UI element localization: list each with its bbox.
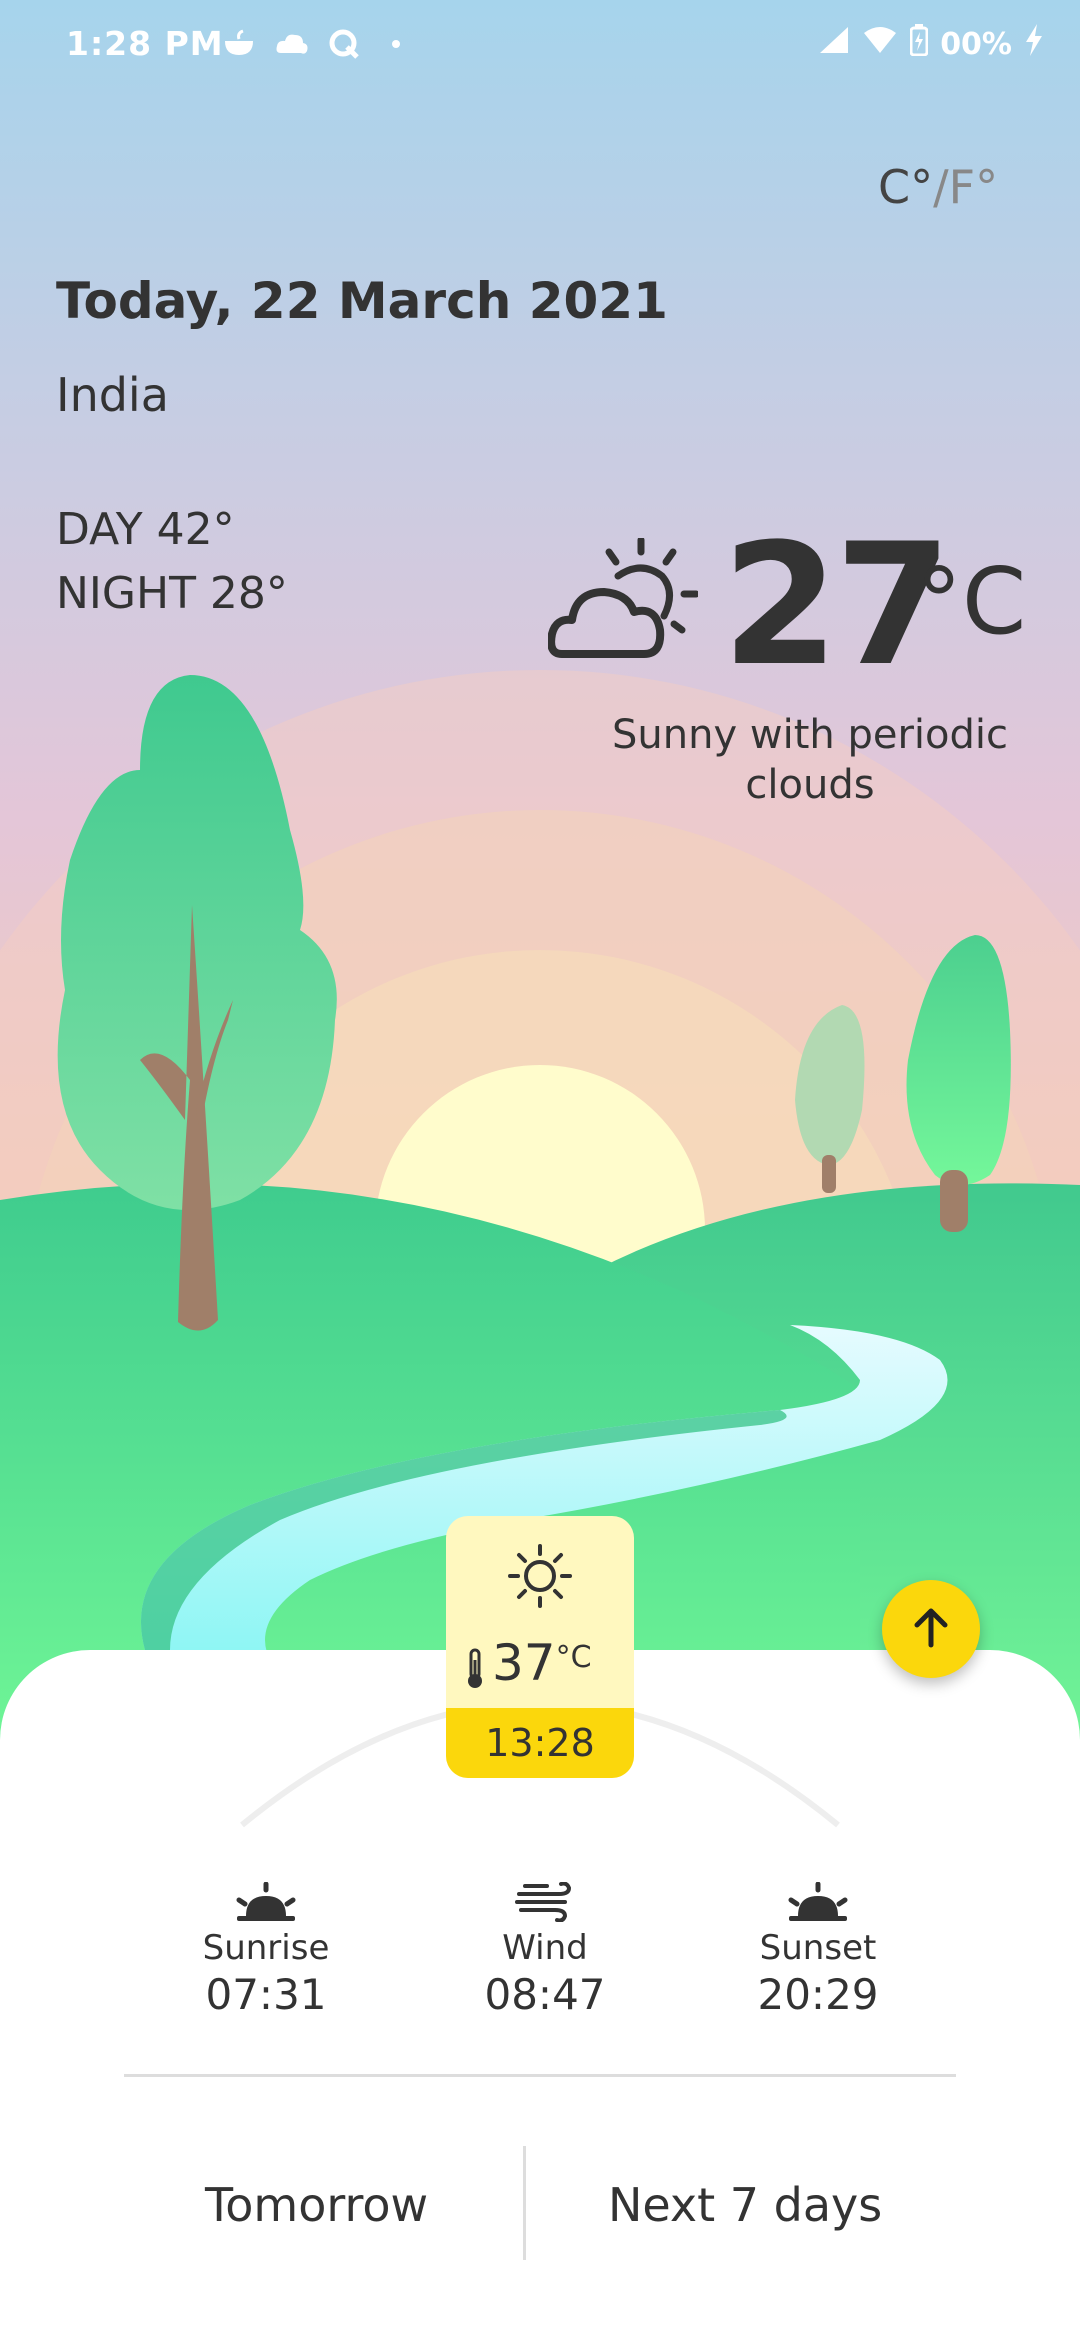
tab-tomorrow[interactable]: Tomorrow: [205, 2178, 428, 2232]
hour-temp-value: 37: [492, 1634, 556, 1692]
day-temp: DAY 42°: [56, 504, 235, 555]
arrow-up-icon: [907, 1603, 955, 1655]
charging-icon: [1024, 24, 1044, 64]
tab-divider: [523, 2146, 526, 2260]
unit-fahrenheit[interactable]: F°: [949, 160, 998, 214]
unit-toggle[interactable]: C°/F°: [878, 160, 998, 214]
q-icon: [326, 26, 362, 62]
sunset-value: 20:29: [757, 1970, 879, 2019]
sunrise-icon: [146, 1880, 386, 1924]
battery-percent: 00%: [940, 26, 1012, 62]
wind-icon: [425, 1880, 665, 1924]
thermometer-icon: [466, 1644, 484, 1702]
night-temp: NIGHT 28°: [56, 568, 288, 619]
dot-icon: [378, 26, 414, 62]
hour-temp-unit: °C: [555, 1640, 592, 1675]
sunrise-value: 07:31: [205, 1970, 327, 2019]
hour-time: 13:28: [446, 1708, 634, 1778]
sun-cloud-icon: [547, 536, 700, 668]
divider: [124, 2074, 956, 2077]
sunset-stat: Sunset 20:29: [698, 1880, 938, 2019]
current-temp-unit: °C: [916, 548, 1027, 655]
current-hour-card[interactable]: 37 °C 13:28: [446, 1516, 634, 1778]
cup-icon: [222, 26, 258, 62]
signal-icon: [818, 25, 850, 63]
weather-condition: Sunny with periodic clouds: [612, 712, 1008, 808]
sunset-icon: [698, 1880, 938, 1924]
cloud-chat-icon: [274, 26, 310, 62]
wind-value: 08:47: [484, 1970, 606, 2019]
battery-icon: [909, 24, 929, 64]
hour-temperature: 37 °C: [466, 1634, 626, 1702]
wind-stat: Wind 08:47: [425, 1880, 665, 2019]
scroll-up-button[interactable]: [882, 1580, 980, 1678]
sunrise-label: Sunrise: [202, 1928, 330, 1968]
status-bar: 1:28 PM 00%: [0, 0, 1080, 96]
current-temperature: 27: [722, 507, 952, 703]
unit-celsius[interactable]: C°: [878, 160, 933, 214]
sunset-label: Sunset: [759, 1928, 877, 1968]
sun-icon: [508, 1544, 572, 1612]
location-label: India: [56, 368, 169, 422]
sunrise-stat: Sunrise 07:31: [146, 1880, 386, 2019]
wifi-icon: [862, 25, 898, 63]
date-heading: Today, 22 March 2021: [56, 272, 668, 330]
tab-next-7-days[interactable]: Next 7 days: [608, 2178, 882, 2232]
wind-label: Wind: [502, 1928, 588, 1968]
unit-separator: /: [933, 160, 949, 214]
day-night-temps: DAY 42° NIGHT 28°: [56, 498, 288, 626]
status-time: 1:28 PM: [66, 24, 224, 63]
